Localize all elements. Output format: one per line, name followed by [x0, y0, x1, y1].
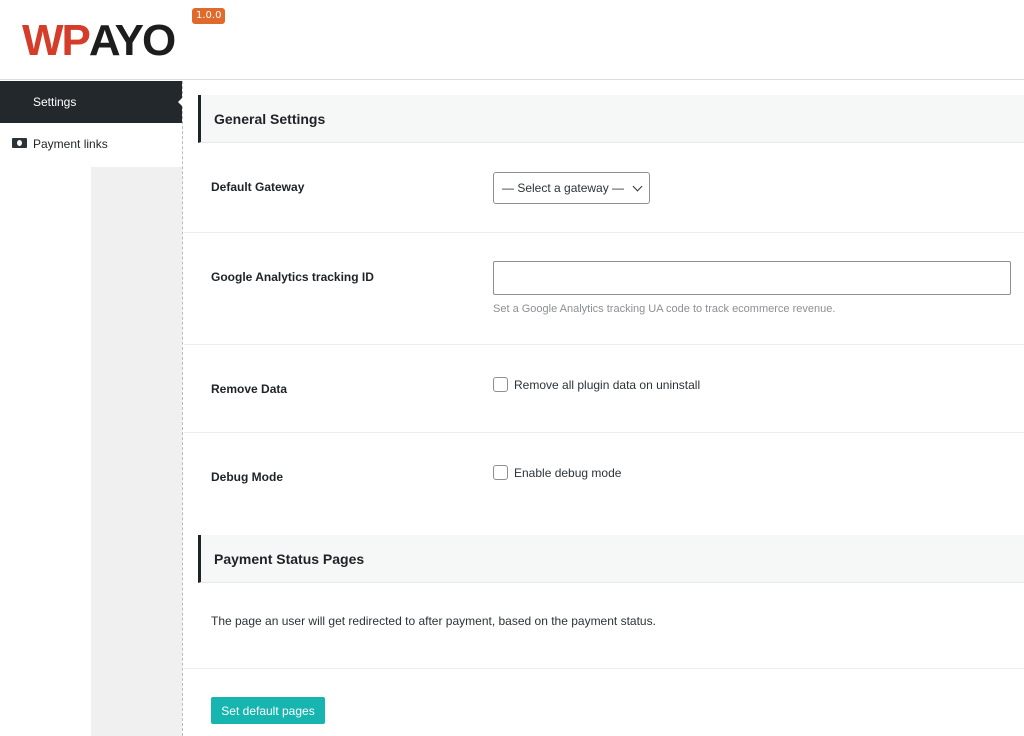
sidebar-item-label: Payment links [33, 137, 108, 151]
debug-checkbox-label[interactable]: Enable debug mode [514, 466, 621, 480]
remove-data-option[interactable]: Remove all plugin data on uninstall [493, 377, 700, 392]
gateway-select-value: — Select a gateway — [502, 181, 625, 195]
header: WP AYO 1.0.0 [0, 0, 1024, 80]
money-icon [12, 138, 27, 148]
ga-tracking-input[interactable] [493, 261, 1011, 295]
sidebar-item-label: Settings [33, 95, 77, 109]
ga-label: Google Analytics tracking ID [211, 270, 374, 284]
status-pages-description: The page an user will get redirected to … [211, 614, 656, 628]
wpayo-logo[interactable]: WP AYO [22, 14, 176, 65]
debug-checkbox[interactable] [493, 465, 508, 480]
section-title: Payment Status Pages [214, 550, 365, 567]
gateway-select[interactable]: — Select a gateway — [493, 172, 650, 204]
remove-data-label: Remove Data [211, 382, 288, 396]
debug-option[interactable]: Enable debug mode [493, 465, 621, 480]
settings-main: General Settings Default Gateway — Selec… [184, 81, 1024, 736]
logo-wp: WP [22, 16, 91, 65]
payment-status-header: Payment Status Pages [198, 535, 1024, 583]
sidebar-item-payment-links[interactable]: Payment links [0, 123, 182, 165]
debug-row: Debug Mode [184, 433, 1024, 533]
sidebar-item-settings[interactable]: Settings [0, 81, 183, 123]
default-gateway-label: Default Gateway [211, 180, 305, 194]
sidebar-filler [91, 167, 182, 736]
version-badge: 1.0.0 [192, 8, 226, 24]
debug-label: Debug Mode [211, 470, 283, 484]
chevron-down-icon [632, 181, 643, 192]
section-title: General Settings [214, 110, 326, 127]
remove-data-checkbox[interactable] [493, 377, 508, 392]
remove-data-checkbox-label[interactable]: Remove all plugin data on uninstall [514, 378, 700, 392]
logo-payo: AYO [88, 16, 176, 65]
sidebar: Settings Payment links [0, 81, 183, 736]
set-default-pages-button[interactable]: Set default pages [211, 697, 325, 724]
general-settings-header: General Settings [198, 95, 1024, 143]
ga-hint: Set a Google Analytics tracking UA code … [493, 303, 836, 315]
